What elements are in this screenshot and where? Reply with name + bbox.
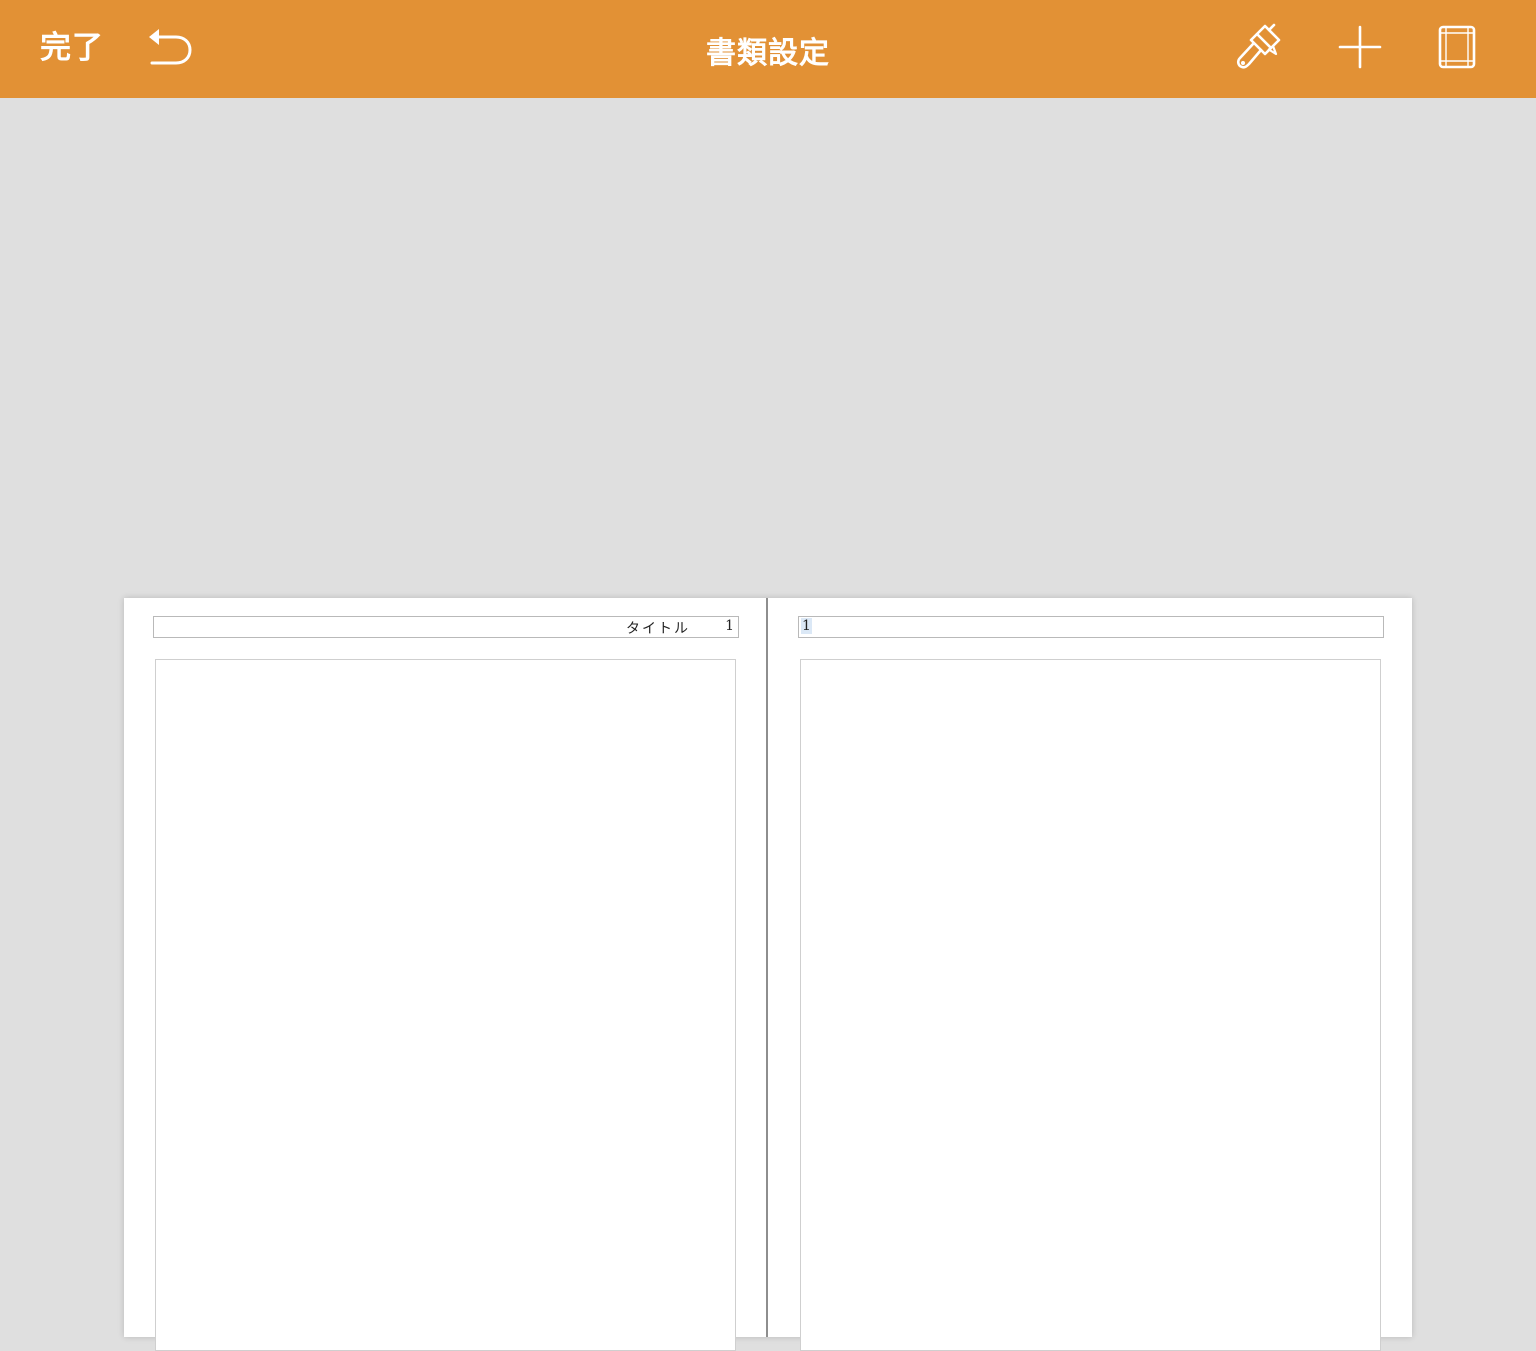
document-spread: タイトル 1 1 bbox=[124, 598, 1412, 1351]
right-page-number-selected: 1 bbox=[801, 618, 812, 634]
left-page-body-area[interactable] bbox=[155, 659, 736, 1351]
page-gutter-divider bbox=[766, 598, 768, 1337]
document-setup-icon bbox=[1438, 25, 1476, 69]
toolbar: 完了 書類設定 bbox=[0, 0, 1536, 98]
right-page-body-area[interactable] bbox=[800, 659, 1381, 1351]
header-title-text: タイトル bbox=[626, 621, 690, 637]
format-button[interactable] bbox=[1232, 22, 1284, 72]
add-button[interactable] bbox=[1336, 24, 1384, 70]
right-page-header[interactable]: 1 bbox=[798, 616, 1384, 638]
left-page-number: 1 bbox=[725, 618, 734, 634]
document-setup-button[interactable] bbox=[1436, 24, 1478, 70]
plus-icon bbox=[1338, 25, 1382, 69]
left-page-header[interactable]: タイトル 1 bbox=[153, 616, 739, 638]
paintbrush-icon bbox=[1236, 23, 1281, 69]
page-title: 書類設定 bbox=[706, 36, 830, 71]
